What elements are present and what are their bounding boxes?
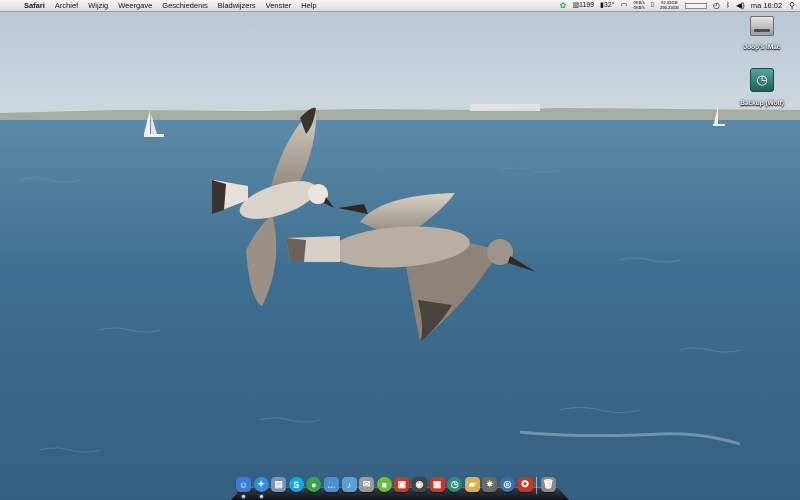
facetime-icon[interactable]: ■ [376, 477, 392, 492]
network-monitor[interactable]: 0KB/s 0KB/s [630, 0, 647, 11]
menu-archief[interactable]: Archief [50, 0, 83, 11]
disk-icon: ▯ [650, 2, 654, 8]
clock[interactable]: ma 16:02 [748, 0, 785, 11]
document-icon: ▥ [572, 2, 579, 9]
dock-separator [536, 477, 538, 494]
wifi-icon[interactable]: ◠ [618, 0, 631, 11]
mail-icon[interactable]: ✉ [359, 477, 375, 492]
menu-help[interactable]: Help [296, 0, 321, 11]
menu-bladwijzers[interactable]: Bladwijzers [213, 0, 261, 11]
spotlight-search-icon[interactable]: ⚲ [785, 0, 800, 11]
dock-icons: ☺ ✦ ▤ S ●… ♪ ✉ ■ ▣ ◉ ▦ ◷ ▰ ✷ ◎ ✪ 🗑 [236, 477, 556, 498]
desktop-icon-imac[interactable]: Joop's iMac [732, 16, 792, 54]
ichat-icon[interactable]: … [323, 477, 339, 492]
trash-icon[interactable]: 🗑 [540, 477, 556, 492]
app-store-icon[interactable]: ✪ [517, 477, 533, 492]
hard-drive-icon [750, 16, 774, 36]
system-preferences-icon[interactable]: ✷ [482, 477, 498, 492]
temperature-status[interactable]: ▮ 32° [597, 0, 617, 11]
bluetooth-icon[interactable]: ᛒ [723, 0, 733, 11]
menu-wijzig[interactable]: Wijzig [83, 0, 113, 11]
skype-icon[interactable]: S [288, 477, 304, 492]
network-icon[interactable]: ◎ [499, 477, 515, 492]
preview-icon[interactable]: ▤ [271, 477, 287, 492]
disk-monitor[interactable]: 62.55GB 295.23GB [657, 0, 682, 11]
messenger-icon[interactable]: ● [306, 477, 322, 492]
network-down-value: 0KB/s [633, 4, 645, 10]
dock: ☺ ✦ ▤ S ●… ♪ ✉ ■ ▣ ◉ ▦ ◷ ▰ ✷ ◎ ✪ 🗑 [231, 474, 569, 500]
menu-geschiedenis[interactable]: Geschiedenis [157, 0, 212, 11]
desktop-icon-label: Joop's iMac [743, 44, 781, 51]
photos-icon[interactable]: ▦ [429, 477, 445, 492]
photo-booth-icon[interactable]: ▣ [394, 477, 410, 492]
dvd-player-icon[interactable]: ◉ [411, 477, 427, 492]
counter-value: 1199 [578, 2, 595, 9]
menu-weergave[interactable]: Weergave [113, 0, 157, 11]
desktop-icon-label: Backup (Wolf) [740, 100, 784, 107]
running-indicator [242, 495, 245, 498]
safari-icon[interactable]: ✦ [253, 477, 269, 498]
menu-venster[interactable]: Venster [261, 0, 296, 11]
volume-icon[interactable]: ◀) [733, 0, 748, 11]
menu-bar: Safari Archief Wijzig Weergave Geschiede… [0, 0, 800, 12]
temperature-value: 32° [603, 2, 615, 9]
disk-lower-value: 295.23GB [659, 4, 679, 10]
menu-extras: ✿ ▥ 1199 ▮ 32° ◠ 0KB/s 0KB/s ▯ 62.55GB 2… [557, 0, 800, 11]
time-machine-icon: ◷ [750, 68, 774, 92]
cpu-meter[interactable] [682, 2, 710, 9]
time-machine-icon[interactable]: ◷ [447, 477, 463, 492]
skype-status-icon[interactable]: ✿ [557, 0, 570, 11]
itunes-icon[interactable]: ♪ [341, 477, 357, 492]
finder-icon[interactable]: ☺ [236, 477, 251, 498]
cpu-meter-bar [684, 2, 707, 9]
running-indicator [259, 495, 263, 498]
folder-icon[interactable]: ▰ [464, 477, 480, 492]
time-machine-menu-icon[interactable]: ◴ [710, 0, 723, 11]
counter-status[interactable]: ▥ 1199 [569, 0, 597, 11]
desktop-icon-backup[interactable]: ◷ Backup (Wolf) [732, 68, 792, 110]
menu-app-name[interactable]: Safari [19, 0, 50, 11]
desktop-wallpaper [0, 0, 800, 500]
